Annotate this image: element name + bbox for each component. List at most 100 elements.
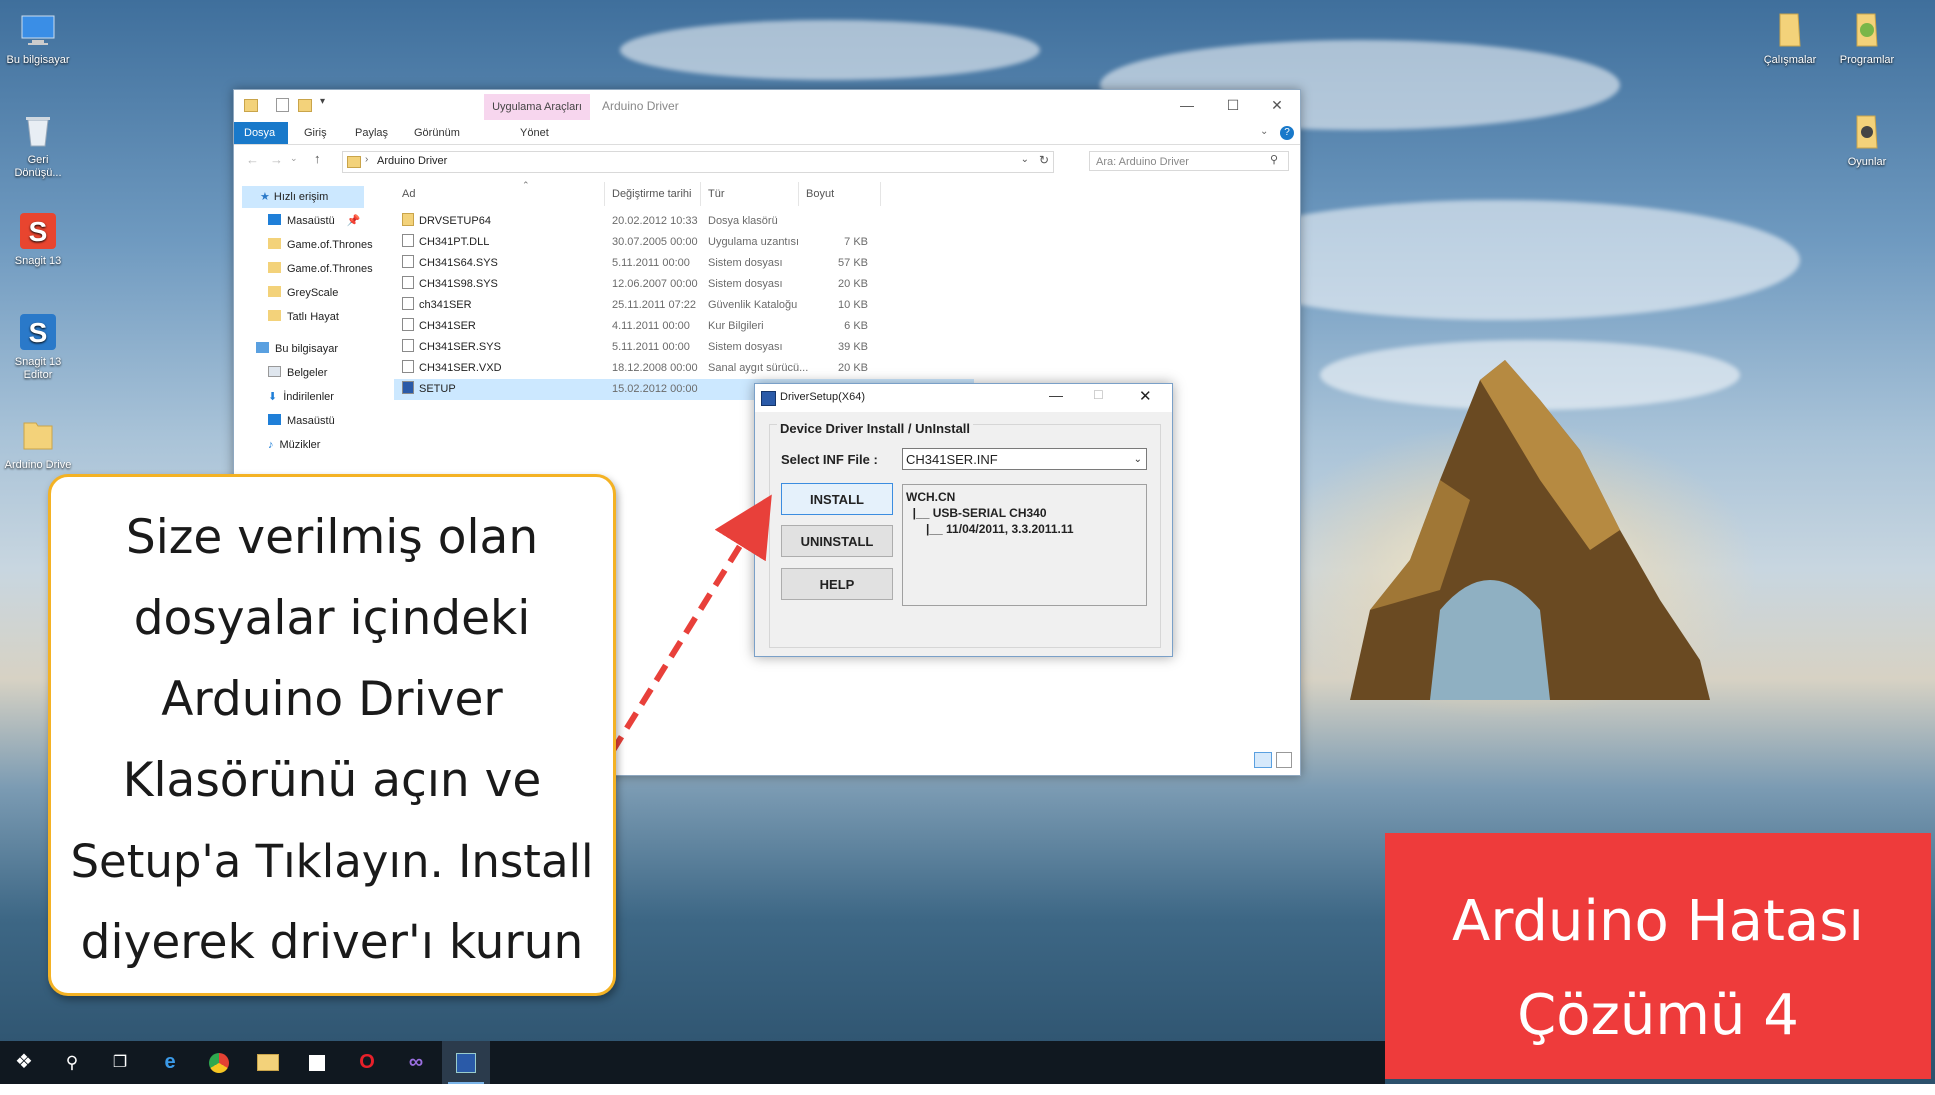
desktop-icon-label: Oyunlar — [1847, 156, 1887, 168]
help-icon[interactable]: ? — [1280, 126, 1294, 140]
nav-item-folder[interactable]: GreyScale — [268, 282, 338, 304]
back-arrow-icon[interactable]: ← — [246, 152, 259, 167]
forward-arrow-icon[interactable]: → — [270, 152, 283, 167]
minimize-button[interactable]: — — [1164, 94, 1210, 116]
callout-line: diyerek driver'ı kurun — [80, 915, 584, 970]
nav-item-music[interactable]: ♪ Müzikler — [268, 434, 320, 456]
chevron-down-icon[interactable]: ⌄ — [1260, 126, 1268, 137]
tab-gorunum[interactable]: Görünüm — [404, 122, 470, 144]
file-explorer-icon[interactable] — [244, 1041, 292, 1084]
quick-access-dropdown-icon[interactable]: ▾ — [320, 96, 325, 107]
file-name: SETUP — [419, 383, 456, 395]
file-name-cell: DRVSETUP64 — [402, 211, 491, 232]
column-header-size[interactable]: Boyut — [806, 180, 834, 208]
install-button[interactable]: INSTALL — [781, 483, 893, 515]
nav-item-desktop[interactable]: Masaüstü — [268, 410, 335, 432]
nav-item-desktop[interactable]: Masaüstü 📌 — [268, 210, 360, 232]
nav-item-documents[interactable]: Belgeler — [268, 362, 327, 384]
table-row[interactable]: CH341SER 4.11.2011 00:00 Kur Bilgileri 6 KB — [394, 316, 994, 337]
recent-dropdown-icon[interactable]: ⌄ — [290, 153, 298, 164]
minimize-button[interactable]: — — [1049, 387, 1063, 403]
search-icon[interactable]: ⚲ — [48, 1041, 96, 1084]
column-header-type[interactable]: Tür — [708, 180, 725, 208]
table-row[interactable]: CH341SER.VXD 18.12.2008 00:00 Sanal aygıt … — [394, 358, 994, 379]
table-row[interactable]: CH341S64.SYS 5.11.2011 00:00 Sistem dosyas… — [394, 253, 994, 274]
table-row[interactable]: CH341PT.DLL 30.07.2005 00:00 Uygulama uzan… — [394, 232, 994, 253]
tab-paylas[interactable]: Paylaş — [345, 122, 398, 144]
opera-icon[interactable]: O — [343, 1041, 391, 1084]
table-row[interactable]: DRVSETUP64 20.02.2012 10:33 Dosya klasörü — [394, 211, 994, 232]
tab-giris[interactable]: Giriş — [294, 122, 337, 144]
desktop-icon-snagit-editor[interactable]: S Snagit 13 Editor — [3, 312, 73, 382]
uninstall-button[interactable]: UNINSTALL — [781, 525, 893, 557]
maximize-button[interactable]: ☐ — [1093, 388, 1104, 402]
breadcrumb[interactable]: Arduino Driver — [377, 155, 447, 167]
table-row[interactable]: ch341SER 25.11.2011 07:22 Güvenlik Kataloğ… — [394, 295, 994, 316]
file-date-cell: 20.02.2012 10:33 — [612, 215, 698, 227]
instruction-callout: Size verilmiş olan dosyalar içindeki Ard… — [48, 474, 616, 996]
context-tab-app-tools[interactable]: Uygulama Araçları — [484, 94, 590, 120]
file-size-cell: 6 KB — [844, 320, 868, 332]
column-header-date[interactable]: Değiştirme tarihi — [612, 180, 691, 208]
desktop-icon-recycle-bin[interactable]: Geri Dönüşü... — [3, 110, 73, 180]
nav-item-quick-access[interactable]: ★ Hızlı erişim — [242, 186, 364, 208]
column-separator[interactable] — [604, 182, 605, 206]
up-arrow-icon[interactable]: ↑ — [314, 151, 321, 166]
search-input[interactable]: Ara: Arduino Driver — [1089, 151, 1289, 171]
file-date-cell: 5.11.2011 00:00 — [612, 257, 690, 269]
tab-yonet[interactable]: Yönet — [510, 122, 559, 144]
store-icon[interactable] — [293, 1041, 341, 1084]
desktop-icon-calismalar[interactable]: Çalışmalar — [1755, 10, 1825, 67]
file-name-cell: CH341SER.SYS — [402, 337, 501, 358]
column-separator[interactable] — [798, 182, 799, 206]
file-icon — [402, 318, 414, 331]
column-separator[interactable] — [880, 182, 881, 206]
help-button[interactable]: HELP — [781, 568, 893, 600]
visual-studio-icon[interactable]: ∞ — [392, 1041, 440, 1084]
download-arrow-icon: ⬇ — [268, 391, 278, 403]
nav-item-folder[interactable]: Tatlı Hayat — [268, 306, 339, 328]
file-name: ch341SER — [419, 299, 472, 311]
explorer-titlebar[interactable]: ▾ Uygulama Araçları Arduino Driver — ☐ ✕ — [234, 90, 1300, 122]
table-row[interactable]: CH341S98.SYS 12.06.2007 00:00 Sistem dosya… — [394, 274, 994, 295]
details-view-icon[interactable] — [1254, 752, 1272, 768]
address-dropdown-icon[interactable]: ⌄ — [1021, 154, 1029, 165]
table-row[interactable]: CH341SER.SYS 5.11.2011 00:00 Sistem dosyas… — [394, 337, 994, 358]
desktop-icon-this-pc[interactable]: Bu bilgisayar — [3, 10, 73, 67]
file-name-cell: CH341S98.SYS — [402, 274, 498, 295]
driver-setup-icon[interactable] — [442, 1041, 490, 1084]
nav-item-downloads[interactable]: ⬇ İndirilenler — [268, 386, 334, 408]
close-button[interactable]: ✕ — [1139, 387, 1152, 405]
music-note-icon: ♪ — [268, 439, 274, 451]
tab-dosya[interactable]: Dosya — [234, 122, 288, 144]
address-input[interactable]: › Arduino Driver ⌄ ↻ — [342, 151, 1054, 173]
desktop-icon-oyunlar[interactable]: Oyunlar — [1832, 112, 1902, 169]
nav-item-folder[interactable]: Game.of.Thrones — [268, 234, 373, 256]
desktop-icon-label: Çalışmalar — [1763, 54, 1817, 66]
group-label: Device Driver Install / UnInstall — [777, 421, 974, 436]
properties-icon[interactable] — [276, 98, 289, 112]
nav-item-this-pc[interactable]: Bu bilgisayar — [256, 338, 338, 360]
nav-item-folder[interactable]: Game.of.Thrones — [268, 258, 373, 280]
desktop-icon-snagit[interactable]: S Snagit 13 — [3, 211, 73, 268]
column-separator[interactable] — [700, 182, 701, 206]
file-name: CH341S98.SYS — [419, 278, 498, 290]
driver-info-tree: WCH.CN |__ USB-SERIAL CH340 |__ 11/04/20… — [902, 484, 1147, 606]
file-icon — [402, 297, 414, 310]
refresh-icon[interactable]: ↻ — [1039, 153, 1049, 167]
dialog-titlebar[interactable]: DriverSetup(X64) — ☐ ✕ — [755, 384, 1172, 412]
edge-icon[interactable]: e — [146, 1041, 194, 1084]
new-folder-icon[interactable] — [298, 99, 312, 112]
inf-file-value: CH341SER.INF — [906, 452, 998, 467]
large-icons-view-icon[interactable] — [1276, 752, 1292, 768]
inf-file-select[interactable]: CH341SER.INF ⌄ — [902, 448, 1147, 470]
desktop-icon-arduino-driver[interactable]: Arduino Drive — [3, 415, 73, 472]
chrome-icon[interactable] — [195, 1041, 243, 1084]
close-button[interactable]: ✕ — [1254, 94, 1300, 116]
windows-start-icon[interactable]: ❖ — [0, 1041, 48, 1084]
column-header-name[interactable]: Ad — [402, 180, 415, 208]
desktop-icon-programlar[interactable]: Programlar — [1832, 10, 1902, 67]
task-view-icon[interactable]: ❐ — [96, 1041, 144, 1084]
star-icon: ★ — [260, 191, 270, 203]
maximize-button[interactable]: ☐ — [1210, 94, 1256, 116]
